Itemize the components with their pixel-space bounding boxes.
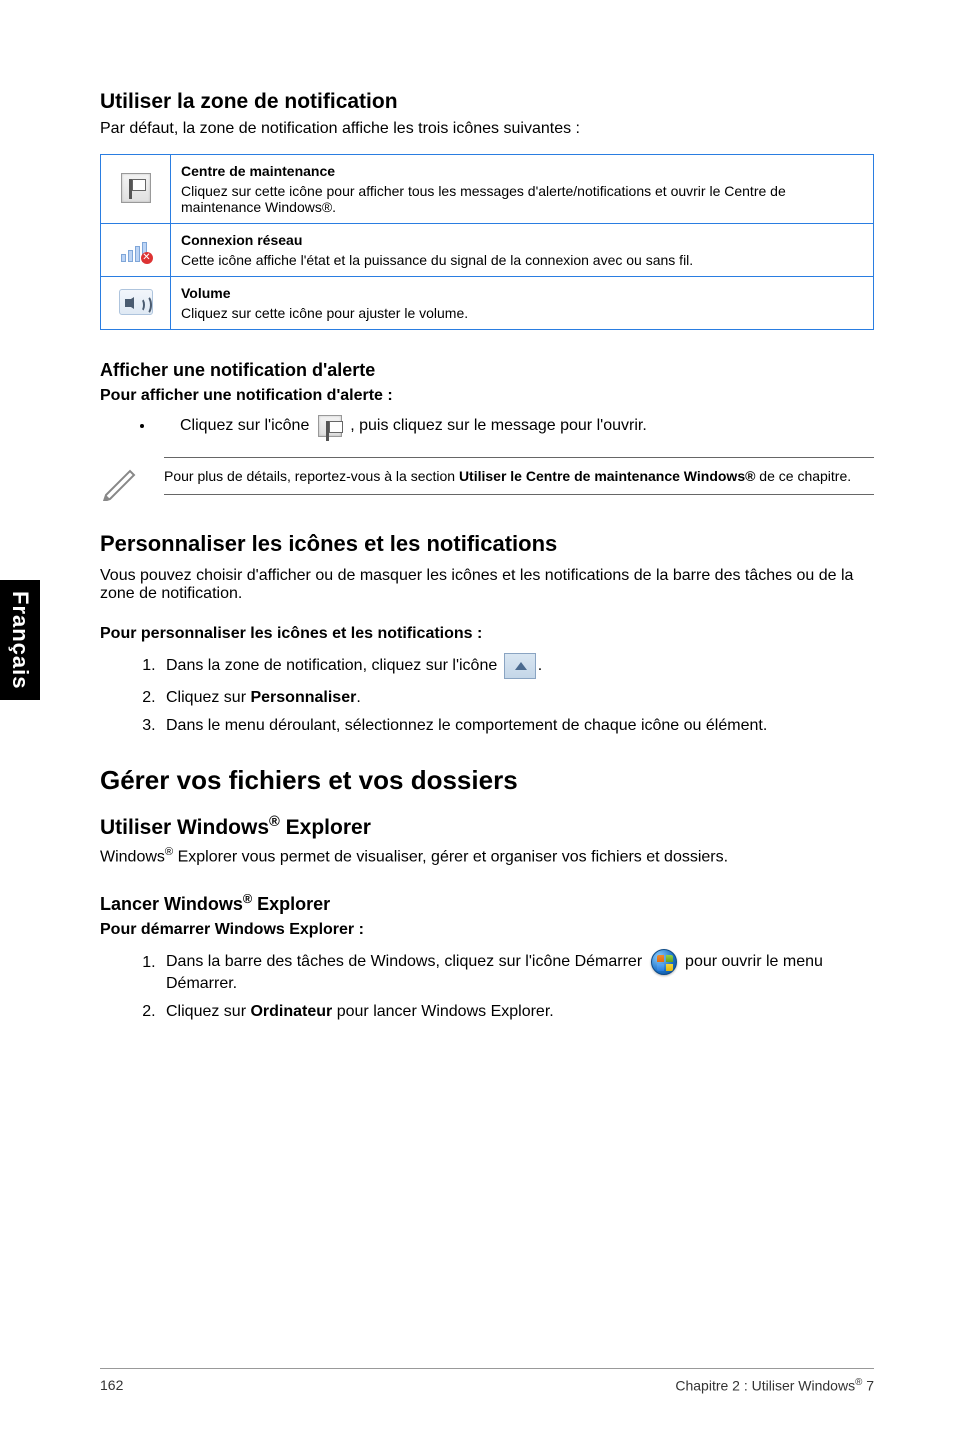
- step-text: Dans le menu déroulant, sélectionnez le …: [166, 717, 767, 734]
- volume-icon: [119, 289, 153, 315]
- list-item: Dans la barre des tâches de Windows, cli…: [160, 949, 874, 993]
- pencil-icon: [100, 461, 140, 501]
- explorer-title: Utiliser Windows® Explorer: [100, 814, 874, 840]
- alert-sub: Pour afficher une notification d'alerte …: [100, 387, 874, 405]
- notification-icons-table: Centre de maintenance Cliquez sur cette …: [100, 154, 874, 330]
- personalize-lead: Vous pouvez choisir d'afficher ou de mas…: [100, 567, 874, 603]
- step-text-pre: Dans la barre des tâches de Windows, cli…: [166, 954, 647, 971]
- table-row: ✕ Connexion réseau Cette icône affiche l…: [101, 224, 874, 277]
- step-text-post: pour lancer Windows Explorer.: [332, 1003, 553, 1020]
- page-footer: 162 Chapitre 2 : Utiliser Windows® 7: [100, 1368, 874, 1394]
- launch-title-pre: Lancer Windows: [100, 894, 243, 914]
- list-item: Dans la zone de notification, cliquez su…: [160, 653, 874, 679]
- cell-icon: [101, 277, 171, 330]
- note-box: Pour plus de détails, reportez-vous à la…: [100, 457, 874, 501]
- row-title: Connexion réseau: [181, 232, 863, 248]
- cell-desc: Centre de maintenance Cliquez sur cette …: [171, 155, 874, 224]
- section-title-notification-zone: Utiliser la zone de notification: [100, 90, 874, 114]
- page-number: 162: [100, 1377, 123, 1394]
- launch-title-post: Explorer: [252, 894, 330, 914]
- launch-sub: Pour démarrer Windows Explorer :: [100, 921, 874, 939]
- row-title: Centre de maintenance: [181, 163, 863, 179]
- personalize-steps: Dans la zone de notification, cliquez su…: [100, 653, 874, 735]
- h1-title: Gérer vos fichiers et vos dossiers: [100, 765, 874, 796]
- cell-icon: ✕: [101, 224, 171, 277]
- step-text-post: .: [538, 657, 542, 674]
- table-row: Centre de maintenance Cliquez sur cette …: [101, 155, 874, 224]
- explorer-title-pre: Utiliser Windows: [100, 816, 269, 839]
- row-title: Volume: [181, 285, 863, 301]
- registered-mark: ®: [165, 846, 173, 858]
- bullet-dot-icon: [140, 424, 144, 428]
- tray-up-icon: [504, 653, 536, 679]
- step-text-bold: Personnaliser: [250, 689, 356, 706]
- list-item: Dans le menu déroulant, sélectionnez le …: [160, 717, 874, 735]
- row-desc: Cette icône affiche l'état et la puissan…: [181, 252, 693, 268]
- launch-steps: Dans la barre des tâches de Windows, cli…: [100, 949, 874, 1021]
- launch-title: Lancer Windows® Explorer: [100, 892, 874, 915]
- list-item: Cliquez sur Ordinateur pour lancer Windo…: [160, 1003, 874, 1021]
- explorer-title-post: Explorer: [280, 816, 371, 839]
- note-text: Pour plus de détails, reportez-vous à la…: [164, 457, 874, 495]
- language-tab: Français: [0, 580, 40, 700]
- alert-bullet: Cliquez sur l'icône , puis cliquez sur l…: [100, 415, 874, 437]
- action-center-icon: [318, 415, 342, 437]
- explorer-lead: Windows® Explorer vous permet de visuali…: [100, 846, 874, 866]
- step-text-post: .: [356, 689, 360, 706]
- note-pre: Pour plus de détails, reportez-vous à la…: [164, 468, 459, 484]
- bullet-text-pre: Cliquez sur l'icône: [180, 417, 314, 434]
- network-icon: ✕: [121, 236, 151, 262]
- chapter-pre: Chapitre 2 : Utiliser Windows: [675, 1378, 855, 1394]
- row-desc: Cliquez sur cette icône pour afficher to…: [181, 183, 786, 215]
- explorer-lead-pre: Windows: [100, 848, 165, 865]
- step-text-pre: Dans la zone de notification, cliquez su…: [166, 657, 502, 674]
- cell-icon: [101, 155, 171, 224]
- table-row: Volume Cliquez sur cette icône pour ajus…: [101, 277, 874, 330]
- action-center-icon: [121, 173, 151, 203]
- start-button-icon: [651, 949, 677, 975]
- alert-heading: Afficher une notification d'alerte: [100, 360, 874, 381]
- row-desc: Cliquez sur cette icône pour ajuster le …: [181, 305, 468, 321]
- step-text-pre: Cliquez sur: [166, 689, 250, 706]
- bullet-text-post: , puis cliquez sur le message pour l'ouv…: [350, 417, 647, 434]
- registered-mark: ®: [269, 814, 280, 830]
- personalize-title: Personnaliser les icônes et les notifica…: [100, 531, 874, 557]
- registered-mark: ®: [243, 892, 252, 906]
- section-lead: Par défaut, la zone de notification affi…: [100, 120, 874, 138]
- chapter-label: Chapitre 2 : Utiliser Windows® 7: [675, 1377, 874, 1394]
- cell-desc: Connexion réseau Cette icône affiche l'é…: [171, 224, 874, 277]
- language-label: Français: [7, 591, 33, 690]
- explorer-lead-post: Explorer vous permet de visualiser, gére…: [173, 848, 728, 865]
- personalize-sub: Pour personnaliser les icônes et les not…: [100, 625, 874, 643]
- step-text-pre: Cliquez sur: [166, 1003, 250, 1020]
- note-post: de ce chapitre.: [755, 468, 851, 484]
- step-text-bold: Ordinateur: [250, 1003, 332, 1020]
- list-item: Cliquez sur Personnaliser.: [160, 689, 874, 707]
- note-bold: Utiliser le Centre de maintenance Window…: [459, 468, 755, 484]
- chapter-post: 7: [862, 1378, 874, 1394]
- cell-desc: Volume Cliquez sur cette icône pour ajus…: [171, 277, 874, 330]
